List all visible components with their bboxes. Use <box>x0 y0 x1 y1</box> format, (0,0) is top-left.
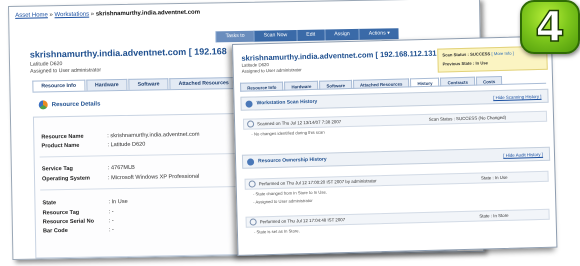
ownership-history-title: Resource Ownership History <box>258 156 327 165</box>
ownership-entry-state: State : In Store <box>479 212 509 219</box>
ownership-entry-line: - State changed from In Store to In Use. <box>252 189 328 197</box>
ownership-entry-line: - State is set as In Store. <box>253 228 300 235</box>
tab-hardware[interactable]: Hardware <box>85 78 128 91</box>
assign-button[interactable]: Assign <box>324 28 359 41</box>
step-number: 4 <box>535 2 566 51</box>
detail-value: : In Use <box>108 198 128 206</box>
scan-status-value: : SUCCESS <box>467 51 491 57</box>
ownership-history-header: Resource Ownership History [ Hide Audit … <box>241 146 551 169</box>
previous-state-row: Previous State : In Use <box>443 60 489 66</box>
breadcrumb-workstations[interactable]: Workstations <box>54 12 89 19</box>
ownership-entry-performed: Performed on Thu Jul 12 17:00:20 IST 200… <box>258 178 377 187</box>
actions-menu[interactable]: Actions ▾ <box>358 28 399 40</box>
clock-icon <box>249 218 257 226</box>
pie-chart-icon <box>38 100 48 110</box>
breadcrumb-asset-home[interactable]: Asset Home <box>15 12 48 19</box>
detail-row: Resource Serial No : - <box>43 218 114 225</box>
detail-label: Operating System <box>41 175 90 183</box>
detail-row: Resource Tag : - <box>43 209 114 216</box>
history-window: skrishnamurthy.india.adventnet.com [ 192… <box>232 35 558 256</box>
scan-entry-date: Scanned on Thu Jul 12 13/14/07 7:38 2007 <box>257 119 342 127</box>
scan-entry-header: Scanned on Thu Jul 12 13/14/07 7:38 2007… <box>242 110 548 130</box>
detail-label: Resource Name <box>41 133 84 141</box>
step-number-badge: 4 <box>520 0 580 54</box>
clock-icon <box>247 120 255 128</box>
scan-history-title: Workstation Scan History <box>256 98 318 107</box>
detail-label: Resource Tag <box>42 209 80 217</box>
detail-label: Product Name <box>41 142 80 150</box>
detail-label: Service Tag <box>41 165 73 173</box>
scan-entry-note: - No changes identified during this scan <box>251 129 325 137</box>
scan-status-label: Scan Status <box>442 51 467 58</box>
scan-history-header: Workstation Scan History [ Hide Scanning… <box>240 88 549 111</box>
detail-value: : Latitude D620 <box>107 141 146 149</box>
assigned-label: Assigned to User administrator <box>241 66 302 74</box>
detail-label: Bar Code <box>42 227 68 235</box>
screenshot-stage: Asset Home » Workstations » skrishnamurt… <box>0 0 580 266</box>
more-info-link[interactable]: [ More Info ] <box>491 51 513 57</box>
detail-label: State <box>42 200 57 207</box>
tab-software[interactable]: Software <box>128 78 169 90</box>
assigned-label: Assigned to User administrator <box>30 67 102 75</box>
ownership-entry-performed: Performed on Thu Jul 12 17:04:48 IST 200… <box>259 217 346 225</box>
ownership-entry-line: - Assigned to User administrator <box>253 197 313 205</box>
scan-entry-status: Scan Status : SUCCESS (No Changed) <box>428 114 507 122</box>
detail-value: : - <box>108 209 114 216</box>
history-icon <box>245 99 253 108</box>
history-page-title: skrishnamurthy.india.adventnet.com [ 192… <box>241 48 442 63</box>
ownership-entry-header: Performed on Thu Jul 12 17:00:20 IST 200… <box>244 170 549 190</box>
detail-row: Bar Code : - <box>43 227 114 234</box>
history-subtitle: Latitude D620 Assigned to User administr… <box>241 61 301 74</box>
detail-value: : - <box>108 227 114 234</box>
page-title: skrishnamurthy.india.adventnet.com [ 192… <box>29 46 227 60</box>
ownership-entry-state: State : In Use <box>480 174 508 181</box>
scan-now-button[interactable]: Scan Now <box>253 29 297 42</box>
edit-button[interactable]: Edit <box>296 29 325 41</box>
history-icon <box>246 157 255 166</box>
hide-audit-history-link[interactable]: [ Hide Audit History ] <box>503 151 543 157</box>
section-resource-details: Resource Details <box>38 99 101 110</box>
breadcrumb: Asset Home » Workstations » skrishnamurt… <box>15 10 200 19</box>
tasks-button[interactable]: Tasks to <box>215 30 254 43</box>
previous-state-label: Previous State <box>442 60 472 67</box>
resource-subtitle: Latitude D620 Assigned to User administr… <box>30 60 101 75</box>
breadcrumb-current: skrishnamurthy.india.adventnet.com <box>95 9 201 18</box>
hide-scanning-history-link[interactable]: [ Hide Scanning History ] <box>493 93 541 99</box>
clock-icon <box>248 180 256 188</box>
scan-status-row: Scan Status : SUCCESS [ More Info ] <box>442 51 514 58</box>
section-title: Resource Details <box>51 100 101 108</box>
detail-value: : 4767MLB <box>107 164 135 172</box>
previous-state-value: : In Use <box>472 60 489 66</box>
detail-value: : - <box>108 218 114 225</box>
ownership-entry-header: Performed on Thu Jul 12 17:04:48 IST 200… <box>245 208 550 228</box>
detail-label: Resource Serial No <box>42 218 95 226</box>
